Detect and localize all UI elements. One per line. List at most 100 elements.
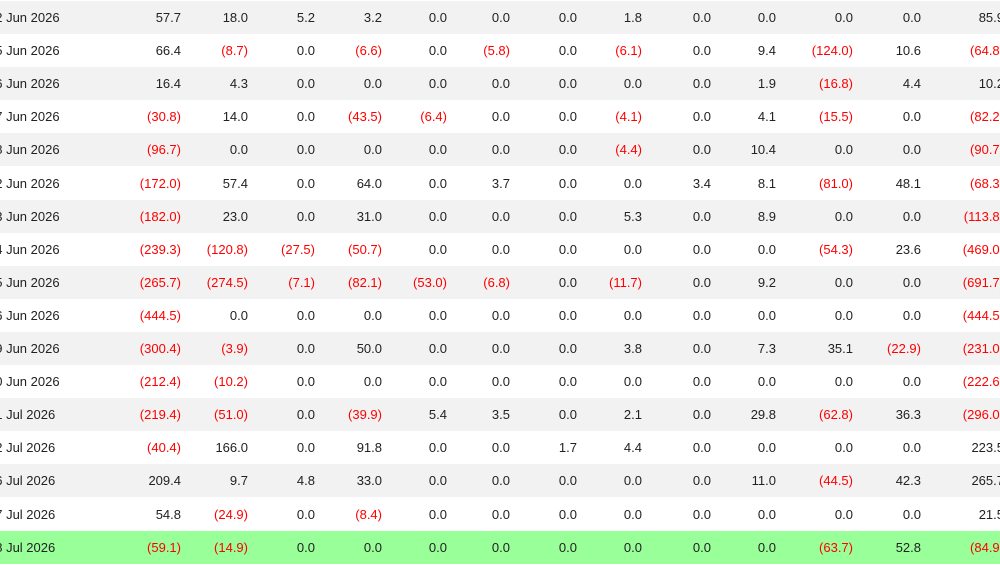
table-row[interactable]: 24 Jun 2026 (239.3) (120.8) (27.5) (50.7) 0.0… xyxy=(0,232,1000,266)
value-cell: 0.0 xyxy=(296,407,315,423)
value-cell: 14.0 xyxy=(222,109,248,125)
date-cell: 29 Jun 2026 xyxy=(0,341,60,356)
value-cell: 3.2 xyxy=(363,10,382,25)
value-cell: 0.0 xyxy=(296,43,315,59)
value-cell: (300.4) xyxy=(139,341,181,356)
total-cell: (469.0) xyxy=(962,241,1000,257)
value-cell: (6.8) xyxy=(483,274,510,290)
table-row[interactable]: 02 Jul 2026 (40.4) 166.0 0.0 91.8 0.0 0.0 1.7 4.… xyxy=(0,431,1000,465)
value-cell: 42.3 xyxy=(895,473,921,489)
value-cell: 57.4 xyxy=(222,175,248,191)
table-row[interactable]: 07 Jul 2026 54.8 (24.9) 0.0 (8.4) 0.0 0.0 0.0 0.… xyxy=(0,497,1000,531)
table-row[interactable]: 22 Jun 2026 (172.0) 57.4 0.0 64.0 0.0 3.7 0.0 0.… xyxy=(0,166,1000,200)
value-cell: 0.0 xyxy=(428,10,447,25)
table-row-highlighted[interactable]: 08 Jul 2026 (59.1) (14.9) 0.0 0.0 0.0 0.0 0.0 0.… xyxy=(0,530,1000,564)
table-row[interactable]: 17 Jun 2026 (30.8) 14.0 0.0 (43.5) (6.4) 0.0 0.… xyxy=(0,100,1000,134)
value-cell: 0.0 xyxy=(692,274,711,290)
value-cell: 0.0 xyxy=(757,10,776,25)
total-cell: (84.9) xyxy=(970,539,1000,555)
value-cell: 0.0 xyxy=(491,208,510,224)
table-row[interactable]: 30 Jun 2026 (212.4) (10.2) 0.0 0.0 0.0 0.0 0.0 0… xyxy=(0,365,1000,399)
value-cell: 0.0 xyxy=(692,43,711,59)
value-cell: 0.0 xyxy=(296,208,315,224)
date-cell: 18 Jun 2026 xyxy=(0,142,60,158)
table-row[interactable]: 06 Jul 2026 209.4 9.7 4.8 33.0 0.0 0.0 0.0 0.0 0.… xyxy=(0,464,1000,498)
value-cell: 0.0 xyxy=(491,76,510,92)
value-cell: 0.0 xyxy=(428,175,447,191)
value-cell: (7.1) xyxy=(288,274,315,290)
table-row[interactable]: 18 Jun 2026 (96.7) 0.0 0.0 0.0 0.0 0.0 0.0 (4.4)… xyxy=(0,133,1000,167)
value-cell: 0.0 xyxy=(363,539,382,555)
value-cell: (120.8) xyxy=(206,241,248,257)
value-cell: 0.0 xyxy=(558,10,577,25)
value-cell: 0.0 xyxy=(902,142,921,158)
value-cell: 9.4 xyxy=(757,43,776,59)
value-cell: (30.8) xyxy=(147,109,181,125)
value-cell: 0.0 xyxy=(834,374,853,390)
table-row[interactable]: 23 Jun 2026 (182.0) 23.0 0.0 31.0 0.0 0.0 0.0 5.… xyxy=(0,199,1000,233)
value-cell: 0.0 xyxy=(692,374,711,390)
value-cell: 23.6 xyxy=(895,241,921,257)
total-cell: 223.5 xyxy=(971,440,1000,456)
value-cell: 5.4 xyxy=(428,407,447,423)
value-cell: 29.8 xyxy=(750,407,776,423)
date-cell: 22 Jun 2026 xyxy=(0,175,60,191)
value-cell: 0.0 xyxy=(757,440,776,456)
value-cell: 4.3 xyxy=(229,76,248,92)
value-cell: 0.0 xyxy=(623,374,642,390)
value-cell: 0.0 xyxy=(623,506,642,522)
total-cell: 85.9 xyxy=(978,10,1000,25)
value-cell: (3.9) xyxy=(221,341,248,356)
value-cell: 0.0 xyxy=(902,307,921,323)
table-row[interactable]: 16 Jun 2026 16.4 4.3 0.0 0.0 0.0 0.0 0.0 0.0 0.0 1… xyxy=(0,67,1000,101)
value-cell: 1.9 xyxy=(757,76,776,92)
value-cell: 0.0 xyxy=(902,374,921,390)
value-cell: 35.1 xyxy=(827,341,853,356)
table-row[interactable]: 25 Jun 2026 (265.7) (274.5) (7.1) (82.1) (53.… xyxy=(0,265,1000,299)
date-cell: 30 Jun 2026 xyxy=(0,374,60,390)
value-cell: (50.7) xyxy=(348,241,382,257)
value-cell: (54.3) xyxy=(819,241,853,257)
value-cell: 0.0 xyxy=(902,274,921,290)
value-cell: (4.1) xyxy=(615,109,642,125)
value-cell: 0.0 xyxy=(491,109,510,125)
value-cell: (53.0) xyxy=(413,274,447,290)
value-cell: (40.4) xyxy=(147,440,181,456)
table-row[interactable]: 15 Jun 2026 66.4 (8.7) 0.0 (6.6) 0.0 (5.8) 0.0 (… xyxy=(0,34,1000,68)
value-cell: 0.0 xyxy=(296,175,315,191)
value-cell: (22.9) xyxy=(887,341,921,356)
value-cell: 11.0 xyxy=(751,473,776,489)
value-cell: 0.0 xyxy=(296,142,315,158)
value-cell: (11.7) xyxy=(609,274,642,290)
value-cell: 166.0 xyxy=(215,440,248,456)
table-row[interactable]: 12 Jun 2026 57.7 18.0 5.2 3.2 0.0 0.0 0.0 1.8 0.0… xyxy=(0,1,1000,34)
value-cell: 0.0 xyxy=(491,506,510,522)
value-cell: (6.1) xyxy=(615,43,642,59)
table-row[interactable]: 01 Jul 2026 (219.4) (51.0) 0.0 (39.9) 5.4 3.5 0… xyxy=(0,398,1000,432)
total-cell: 10.2 xyxy=(978,76,1000,92)
value-cell: 0.0 xyxy=(692,208,711,224)
value-cell: (8.4) xyxy=(355,506,382,522)
value-cell: 0.0 xyxy=(558,175,577,191)
value-cell: 0.0 xyxy=(558,539,577,555)
value-cell: 0.0 xyxy=(428,341,447,356)
date-cell: 24 Jun 2026 xyxy=(0,241,60,257)
table-row[interactable]: 26 Jun 2026 (444.5) 0.0 0.0 0.0 0.0 0.0 0.0 0.0 0… xyxy=(0,298,1000,332)
value-cell: (82.1) xyxy=(348,274,382,290)
value-cell: 0.0 xyxy=(491,374,510,390)
value-cell: (15.5) xyxy=(819,109,853,125)
value-cell: 0.0 xyxy=(296,109,315,125)
value-cell: 0.0 xyxy=(491,241,510,257)
value-cell: 0.0 xyxy=(623,175,642,191)
value-cell: (96.7) xyxy=(147,142,181,158)
value-cell: 3.4 xyxy=(692,175,711,191)
value-cell: (4.4) xyxy=(615,142,642,158)
value-cell: 0.0 xyxy=(428,374,447,390)
value-cell: 91.8 xyxy=(356,440,382,456)
value-cell: 0.0 xyxy=(363,374,382,390)
table-row[interactable]: 29 Jun 2026 (300.4) (3.9) 0.0 50.0 0.0 0.0 0.0 3… xyxy=(0,332,1000,365)
total-cell: 21.5 xyxy=(978,506,1000,522)
value-cell: (239.3) xyxy=(139,241,181,257)
value-cell: 0.0 xyxy=(692,241,711,257)
value-cell: 0.0 xyxy=(428,506,447,522)
